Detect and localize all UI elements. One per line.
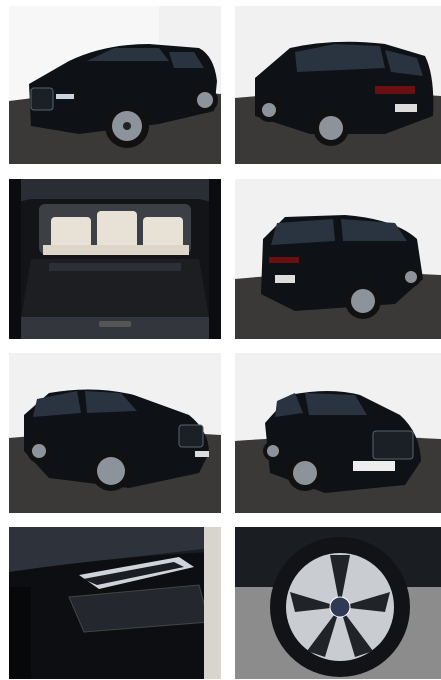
car-photo <box>9 6 221 164</box>
gallery-photo-front-right[interactable] <box>235 353 441 513</box>
gallery-photo-rear-three-quarter[interactable] <box>235 6 441 164</box>
gallery-photo-headlight-detail[interactable] <box>9 527 221 679</box>
car-photo <box>235 353 441 513</box>
interior-photo <box>9 179 221 339</box>
gallery-photo-wheel-detail[interactable] <box>235 527 441 679</box>
car-photo <box>9 353 221 513</box>
car-photo <box>235 6 441 164</box>
detail-photo <box>235 527 441 679</box>
gallery-photo-front-three-quarter[interactable] <box>9 6 221 164</box>
car-photo <box>235 179 441 339</box>
gallery-photo-rear-side[interactable] <box>235 179 441 339</box>
gallery-photo-cargo-area[interactable] <box>9 179 221 339</box>
gallery-photo-front-left[interactable] <box>9 353 221 513</box>
photo-gallery <box>0 0 441 680</box>
detail-photo <box>9 527 221 679</box>
